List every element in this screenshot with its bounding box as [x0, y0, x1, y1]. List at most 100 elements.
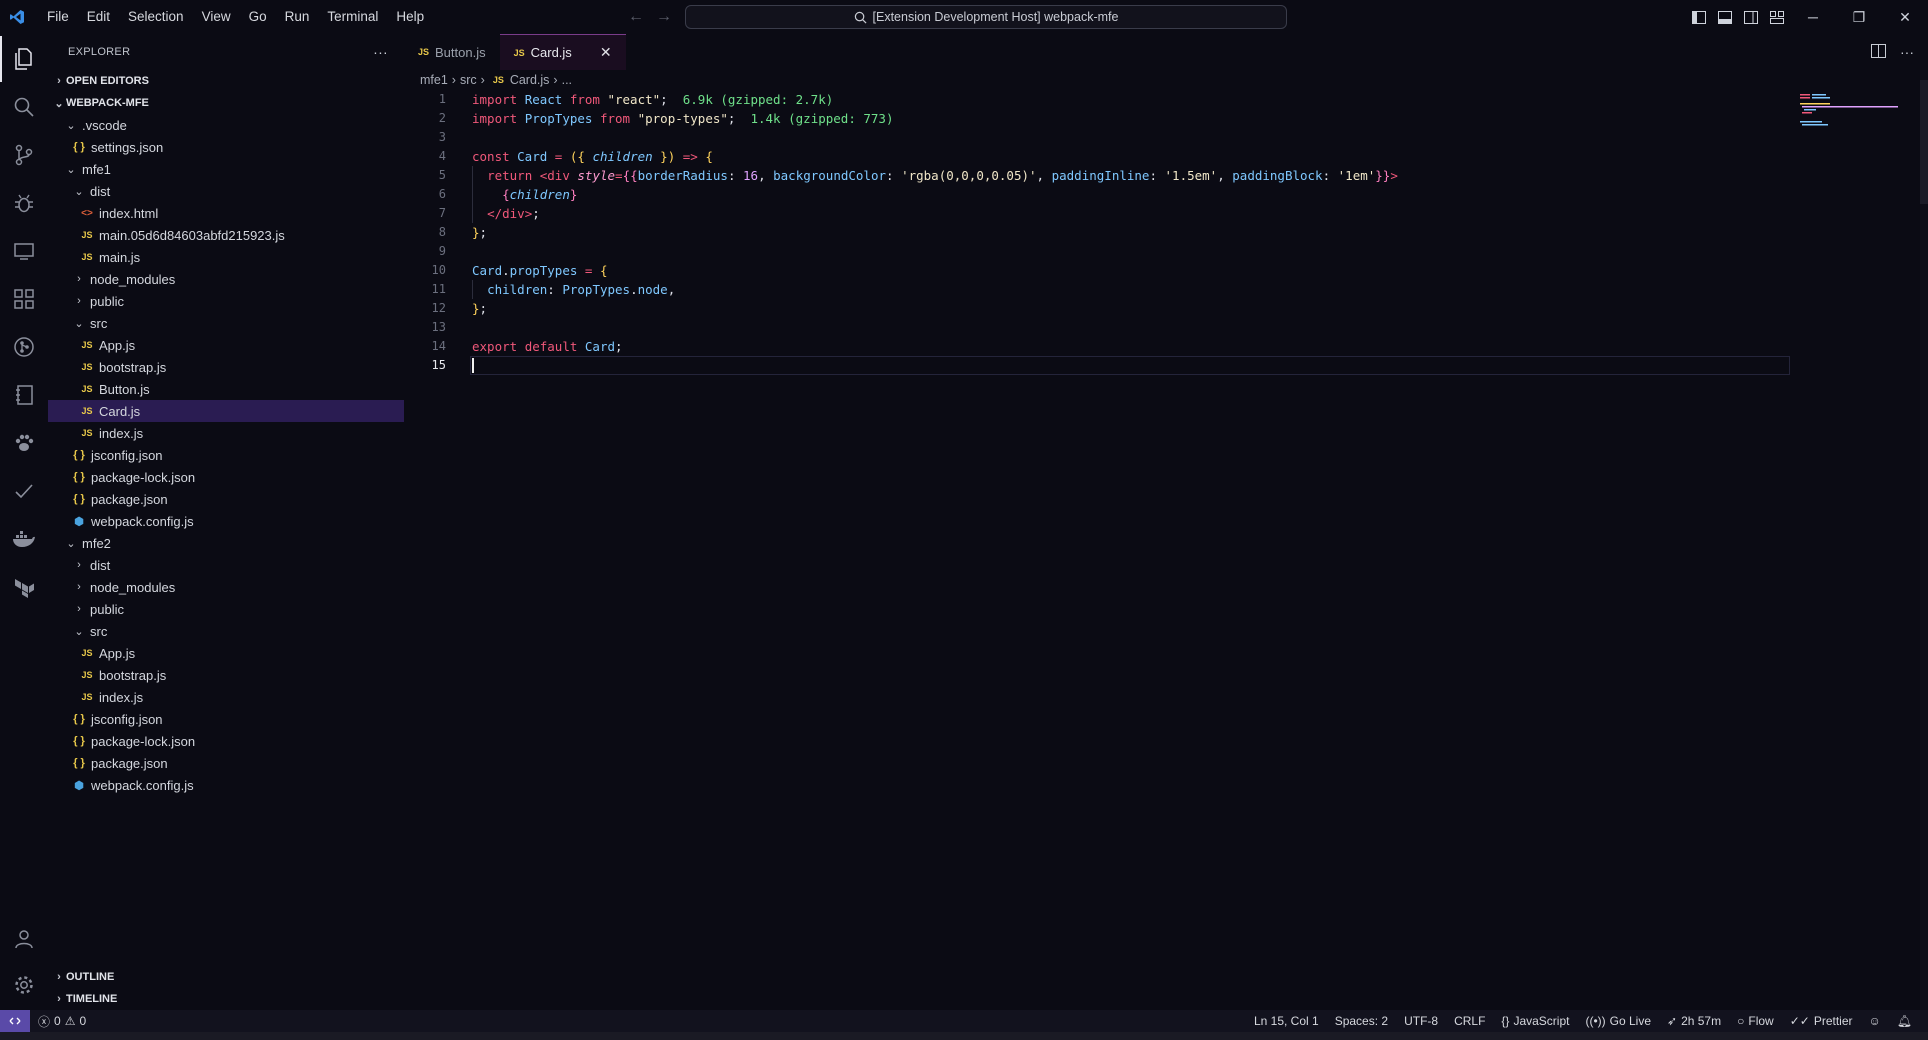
problems-indicator[interactable]: ⓧ 0 ⚠ 0 [30, 1010, 94, 1032]
tree-folder[interactable]: › node_modules [48, 576, 404, 598]
tree-file[interactable]: { } package-lock.json [48, 466, 404, 488]
flow-status[interactable]: ○ Flow [1729, 1010, 1782, 1032]
tree-file[interactable]: JS Card.js [48, 400, 404, 422]
tree-file[interactable]: JS main.js [48, 246, 404, 268]
tree-file[interactable]: { } package.json [48, 488, 404, 510]
encoding[interactable]: UTF-8 [1396, 1010, 1446, 1032]
line-ending[interactable]: CRLF [1446, 1010, 1493, 1032]
tree-file[interactable]: { } package.json [48, 752, 404, 774]
language-mode[interactable]: {} JavaScript [1493, 1010, 1577, 1032]
editor-more-icon[interactable]: ··· [1900, 44, 1914, 60]
breadcrumb-item[interactable]: mfe1 [420, 73, 448, 87]
restore-button[interactable]: ❐ [1836, 0, 1882, 34]
remote-indicator[interactable] [0, 1010, 30, 1032]
tree-file[interactable]: { } jsconfig.json [48, 444, 404, 466]
tree-file[interactable]: JS index.js [48, 422, 404, 444]
toggle-panel-icon[interactable] [1712, 0, 1738, 34]
docker-icon[interactable] [0, 516, 48, 562]
tree-file[interactable]: { } jsconfig.json [48, 708, 404, 730]
tree-folder[interactable]: › public [48, 598, 404, 620]
feedback-icon[interactable]: ☺ [1861, 1010, 1889, 1032]
code-editor[interactable]: 1 import React from "react"; 6.9k (gzippe… [404, 90, 1894, 375]
tree-folder[interactable]: › dist [48, 554, 404, 576]
breadcrumb-item[interactable]: src [460, 73, 477, 87]
menu-item-go[interactable]: Go [240, 0, 276, 34]
tree-file[interactable]: ⬢ webpack.config.js [48, 774, 404, 796]
menu-item-edit[interactable]: Edit [78, 0, 119, 34]
tree-folder[interactable]: ⌄ .vscode [48, 114, 404, 136]
search-icon [854, 11, 867, 23]
outline-section[interactable]: › OUTLINE [48, 966, 404, 988]
extensions-icon[interactable] [0, 276, 48, 322]
tree-file[interactable]: JS App.js [48, 334, 404, 356]
accounts-icon[interactable] [0, 916, 48, 962]
customize-layout-icon[interactable] [1764, 0, 1790, 34]
line-number: 14 [431, 339, 446, 353]
tree-folder[interactable]: › node_modules [48, 268, 404, 290]
minimap[interactable] [1794, 90, 1904, 150]
paw-icon[interactable] [0, 420, 48, 466]
menu-item-selection[interactable]: Selection [119, 0, 193, 34]
workspace-section[interactable]: ⌄ WEBPACK-MFE [48, 92, 404, 114]
scrollbar-thumb[interactable] [1920, 80, 1928, 204]
notifications-bell-icon[interactable]: 🔔︎ [1889, 1010, 1920, 1032]
line-source: export default Card; [472, 337, 623, 356]
menu-item-help[interactable]: Help [387, 0, 433, 34]
toggle-secondary-sidebar-icon[interactable] [1738, 0, 1764, 34]
close-window-button[interactable]: ✕ [1882, 0, 1928, 34]
forward-arrow-icon[interactable]: → [656, 8, 672, 26]
open-editors-section[interactable]: › OPEN EDITORS [48, 70, 404, 92]
tree-folder[interactable]: ⌄ src [48, 620, 404, 642]
toggle-primary-sidebar-icon[interactable] [1686, 0, 1712, 34]
tree-file[interactable]: JS bootstrap.js [48, 664, 404, 686]
tree-file[interactable]: { } package-lock.json [48, 730, 404, 752]
more-actions-icon[interactable]: ··· [373, 44, 388, 60]
tree-folder[interactable]: ⌄ mfe2 [48, 532, 404, 554]
minimize-button[interactable]: ─ [1790, 0, 1836, 34]
split-editor-icon[interactable] [1871, 43, 1886, 61]
go-live[interactable]: ((•)) Go Live [1577, 1010, 1659, 1032]
terraform-icon[interactable] [0, 564, 48, 610]
editor-tab[interactable]: JS Card.js ✕ [499, 34, 626, 70]
indentation[interactable]: Spaces: 2 [1327, 1010, 1396, 1032]
menu-item-view[interactable]: View [193, 0, 240, 34]
back-arrow-icon[interactable]: ← [628, 8, 644, 26]
tree-folder[interactable]: ⌄ src [48, 312, 404, 334]
tree-file[interactable]: <> index.html [48, 202, 404, 224]
tree-file[interactable]: JS Button.js [48, 378, 404, 400]
close-tab-icon[interactable]: ✕ [600, 44, 612, 61]
git-graph-icon[interactable] [0, 324, 48, 370]
tree-file[interactable]: JS App.js [48, 642, 404, 664]
source-control-icon[interactable] [0, 132, 48, 178]
cursor-position[interactable]: Ln 15, Col 1 [1246, 1010, 1327, 1032]
run-debug-icon[interactable] [0, 180, 48, 226]
vertical-scrollbar[interactable] [1920, 70, 1928, 1010]
tree-file[interactable]: JS bootstrap.js [48, 356, 404, 378]
time-tracker[interactable]: ➶ 2h 57m [1659, 1010, 1729, 1032]
explorer-icon[interactable] [0, 36, 48, 82]
tree-file[interactable]: JS main.05d6d84603abfd215923.js [48, 224, 404, 246]
tree-folder[interactable]: › public [48, 290, 404, 312]
tree-file[interactable]: ⬢ webpack.config.js [48, 510, 404, 532]
menu-item-file[interactable]: File [38, 0, 78, 34]
tree-folder[interactable]: ⌄ dist [48, 180, 404, 202]
code-token: { [705, 149, 713, 164]
tree-item-label: bootstrap.js [99, 359, 167, 375]
breadcrumb-item[interactable]: Card.js [510, 73, 550, 87]
tree-file[interactable]: JS index.js [48, 686, 404, 708]
notebook-icon[interactable] [0, 372, 48, 418]
timeline-section[interactable]: › TIMELINE [48, 988, 404, 1010]
breadcrumb-item[interactable]: ... [562, 73, 572, 87]
remote-explorer-icon[interactable] [0, 228, 48, 274]
menu-item-terminal[interactable]: Terminal [318, 0, 387, 34]
testing-check-icon[interactable] [0, 468, 48, 514]
tree-folder[interactable]: ⌄ mfe1 [48, 158, 404, 180]
tree-file[interactable]: { } settings.json [48, 136, 404, 158]
editor-tab[interactable]: JS Button.js [404, 34, 500, 70]
search-icon[interactable] [0, 84, 48, 130]
prettier-status[interactable]: ✓✓ Prettier [1782, 1010, 1861, 1032]
code-token: => [675, 149, 706, 164]
settings-gear-icon[interactable] [0, 962, 48, 1008]
command-center[interactable]: [Extension Development Host] webpack-mfe [685, 5, 1287, 29]
menu-item-run[interactable]: Run [276, 0, 319, 34]
